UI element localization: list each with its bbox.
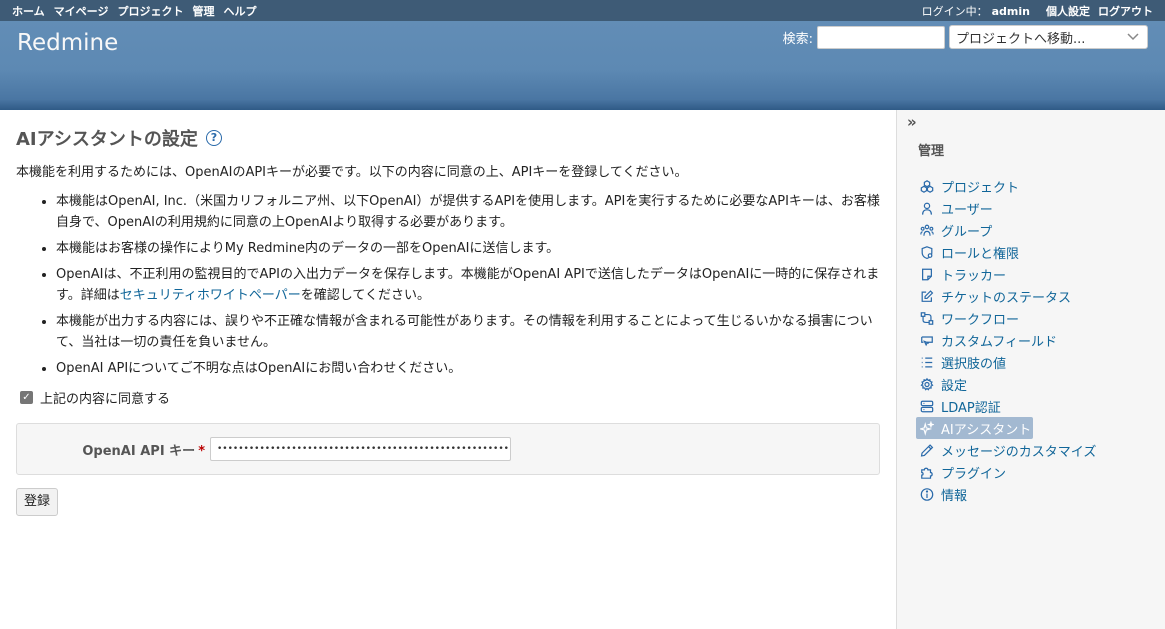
logout-link[interactable]: ログアウト	[1098, 3, 1153, 19]
menu-administration[interactable]: 管理	[192, 5, 214, 18]
menu-home[interactable]: ホーム	[12, 5, 45, 18]
logged-in-as: ログイン中： admin	[922, 3, 1030, 19]
sidebar-item-label[interactable]: トラッカー	[941, 265, 1006, 284]
pencil-icon	[920, 443, 934, 457]
required-mark: *	[198, 443, 205, 459]
chevron-down-icon	[1127, 30, 1139, 44]
server-icon	[920, 399, 934, 413]
sidebar-item-plugins[interactable]: プラグイン	[916, 461, 1033, 483]
sidebar-item-label[interactable]: LDAP認証	[941, 397, 1001, 416]
project-jump-label: プロジェクトへ移動...	[956, 31, 1086, 47]
user-link[interactable]: admin	[992, 5, 1030, 18]
projects-icon	[920, 179, 934, 193]
sidebar-item-label[interactable]: ワークフロー	[941, 309, 1019, 328]
role-icon	[920, 245, 934, 259]
term-item: 本機能はお客様の操作によりMy Redmine内のデータの一部をOpenAIに送…	[56, 238, 881, 259]
sidebar-item-users[interactable]: ユーザー	[916, 197, 1033, 219]
intro-text: 本機能を利用するためには、OpenAIのAPIキーが必要です。以下の内容に同意の…	[16, 165, 688, 180]
term-item: OpenAIは、不正利用の監視目的でAPIの入出力データを保存します。本機能がO…	[56, 264, 881, 306]
edit-icon	[920, 289, 934, 303]
sidebar-item-label[interactable]: 設定	[941, 375, 967, 394]
sidebar-item-ldap[interactable]: LDAP認証	[916, 395, 1033, 417]
term-text-suffix: を確認してください。	[300, 288, 431, 303]
agree-row: ✓ 上記の内容に同意する	[20, 388, 881, 407]
sparkle-icon	[920, 420, 934, 436]
quick-search: 検索: プロジェクトへ移動...	[783, 25, 1148, 49]
list-icon	[920, 355, 934, 369]
term-item: 本機能が出力する内容には、誤りや不正確な情報が含まれる可能性があります。その情報…	[56, 311, 881, 353]
term-item: 本機能はOpenAI, Inc.（米国カリフォルニア州、以下OpenAI）が提供…	[56, 191, 881, 233]
api-key-label-text: OpenAI API キー	[82, 443, 196, 459]
sidebar-item-label[interactable]: プラグイン	[941, 463, 1006, 482]
info-icon	[920, 487, 934, 501]
api-key-label: OpenAI API キー *	[77, 440, 205, 459]
help-icon[interactable]: ?	[205, 130, 222, 146]
sidebar-item-projects[interactable]: プロジェクト	[916, 175, 1033, 197]
sidebar-item-label[interactable]: カスタムフィールド	[941, 331, 1057, 350]
sidebar-item-label[interactable]: 情報	[941, 485, 967, 504]
sidebar-item-custom-messages[interactable]: メッセージのカスタマイズ	[916, 439, 1096, 461]
main: AIアシスタントの設定 ? 本機能を利用するためには、OpenAIのAPIキーが…	[0, 110, 1165, 629]
my-account-link[interactable]: 個人設定	[1046, 3, 1090, 19]
search-input[interactable]	[817, 25, 945, 49]
project-jump-select[interactable]: プロジェクトへ移動...	[949, 25, 1148, 49]
custom-field-icon	[920, 333, 934, 347]
sidebar: » 管理 プロジェクト ユーザー グループ ロールと権限 トラッカー チケットの…	[896, 110, 1165, 629]
tracker-icon	[920, 267, 934, 281]
search-label: 検索:	[782, 31, 813, 47]
sidebar-item-issue-statuses[interactable]: チケットのステータス	[916, 285, 1071, 307]
group-icon	[920, 223, 934, 237]
user-icon	[920, 201, 934, 215]
menu-my-page[interactable]: マイページ	[54, 5, 109, 18]
menu-projects[interactable]: プロジェクト	[117, 5, 183, 18]
sidebar-toggle-icon[interactable]: »	[907, 115, 1155, 131]
admin-menu: プロジェクト ユーザー グループ ロールと権限 トラッカー チケットのステータス	[916, 175, 1155, 505]
site-title: Redmine	[17, 30, 119, 56]
sidebar-item-enumerations[interactable]: 選択肢の値	[916, 351, 1033, 373]
top-menu-left: ホーム マイページ プロジェクト 管理 ヘルプ	[12, 3, 265, 19]
sidebar-item-label[interactable]: グループ	[941, 221, 992, 240]
api-key-box: OpenAI API キー * •••••••••••••••••••••••••…	[16, 423, 880, 475]
sidebar-item-label[interactable]: メッセージのカスタマイズ	[941, 441, 1096, 460]
gear-icon	[920, 377, 934, 391]
sidebar-item-custom-fields[interactable]: カスタムフィールド	[916, 329, 1057, 351]
top-menu-right: ログイン中： admin 個人設定 ログアウト	[922, 3, 1153, 19]
terms-list: 本機能はOpenAI, Inc.（米国カリフォルニア州、以下OpenAI）が提供…	[56, 191, 881, 379]
top-menu: ホーム マイページ プロジェクト 管理 ヘルプ ログイン中： admin 個人設定 ログア…	[0, 0, 1165, 21]
sidebar-item-trackers[interactable]: トラッカー	[916, 263, 1033, 285]
sidebar-heading: 管理	[918, 144, 945, 159]
logged-in-label: ログイン中：	[921, 4, 988, 18]
page-title-text: AIアシスタントの設定	[16, 129, 198, 150]
sidebar-item-roles[interactable]: ロールと権限	[916, 241, 1033, 263]
menu-help[interactable]: ヘルプ	[223, 5, 256, 18]
sidebar-item-label[interactable]: プロジェクト	[941, 177, 1019, 196]
sidebar-item-label[interactable]: ユーザー	[941, 199, 993, 218]
term-item: OpenAI APIについてご不明な点はOpenAIにお問い合わせください。	[56, 358, 881, 379]
sidebar-item-label[interactable]: AIアシスタント	[941, 419, 1031, 438]
workflow-icon	[920, 311, 934, 325]
plugin-icon	[920, 465, 934, 479]
sidebar-item-settings[interactable]: 設定	[916, 373, 1033, 395]
api-key-input[interactable]: ••••••••••••••••••••••••••••••••••••••••…	[210, 437, 511, 461]
submit-button[interactable]: 登録	[16, 488, 59, 516]
sidebar-item-ai-assistant[interactable]: AIアシスタント	[916, 417, 1033, 439]
header: Redmine 検索: プロジェクトへ移動...	[0, 21, 1165, 110]
security-whitepaper-link[interactable]: セキュリティホワイトペーパー	[120, 288, 301, 303]
sidebar-item-label[interactable]: ロールと権限	[941, 243, 1019, 262]
sidebar-item-workflows[interactable]: ワークフロー	[916, 307, 1033, 329]
agree-checkbox[interactable]: ✓	[20, 391, 33, 404]
sidebar-item-label[interactable]: チケットのステータス	[941, 287, 1071, 306]
agree-label: 上記の内容に同意する	[40, 392, 171, 407]
page-title: AIアシスタントの設定 ?	[16, 126, 881, 150]
sidebar-item-groups[interactable]: グループ	[916, 219, 1033, 241]
sidebar-item-info[interactable]: 情報	[916, 483, 1033, 505]
sidebar-item-label[interactable]: 選択肢の値	[941, 353, 1006, 372]
content: AIアシスタントの設定 ? 本機能を利用するためには、OpenAIのAPIキーが…	[0, 110, 897, 629]
